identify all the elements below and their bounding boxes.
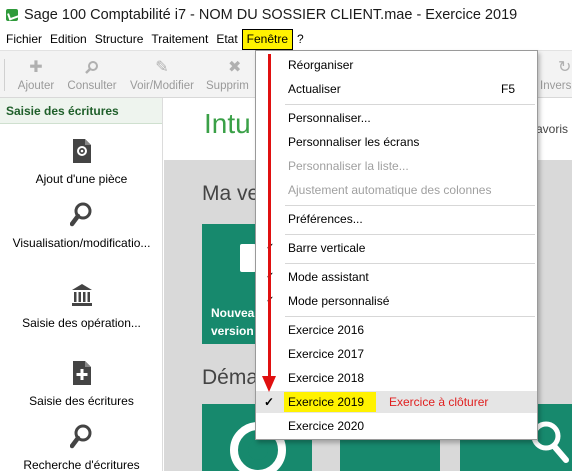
bank-icon: [70, 282, 94, 308]
menu-structure[interactable]: Structure: [91, 29, 148, 50]
consulter-label: Consulter: [67, 80, 117, 92]
pencil-icon: ✎: [155, 59, 169, 76]
sidebar-item-label: Saisie des écritures: [29, 394, 134, 408]
consulter-button[interactable]: Consulter: [64, 51, 120, 99]
menu-item-exercice-2017[interactable]: Exercice 2017: [256, 343, 537, 365]
sage-app-icon: [6, 8, 18, 21]
voir-modifier-label: Voir/Modifier: [130, 80, 194, 92]
menu-item-label: Mode assistant: [288, 270, 369, 284]
menu-bar: Fichier Edition Structure Traitement Eta…: [0, 29, 572, 50]
supprimer-button[interactable]: ✖ Supprim: [206, 51, 256, 99]
sidebar-item-label: Visualisation/modificatio...: [12, 236, 151, 250]
delete-x-icon: ✖: [228, 59, 242, 76]
annotation-arrow-head: [262, 376, 276, 392]
ajouter-button[interactable]: ✚ Ajouter: [10, 51, 62, 99]
sidebar-item-label: Ajout d'une pièce: [35, 172, 128, 186]
refresh-icon: ↻: [558, 59, 572, 76]
menu-separator: [285, 205, 535, 206]
menu-item-mode-personnalise[interactable]: ✓Mode personnalisé: [256, 290, 537, 312]
menu-separator: [285, 234, 535, 235]
supprimer-label: Supprim: [206, 80, 249, 92]
brand-title: Intu: [204, 108, 251, 139]
annotation-exercice-a-cloturer: Exercice à clôturer: [389, 395, 489, 409]
annotation-arrow-line: [268, 54, 271, 380]
sidebar-item-visualisation[interactable]: Visualisation/modificatio...: [0, 202, 163, 250]
voir-modifier-button[interactable]: ✎ Voir/Modifier: [124, 51, 200, 99]
check-mark-icon: ✓: [264, 395, 275, 409]
menu-fenetre[interactable]: Fenêtre: [241, 29, 294, 50]
menu-item-label: Préférences...: [288, 212, 363, 226]
sidebar-item-saisie-operations[interactable]: Saisie des opération...: [0, 282, 163, 330]
toolbar-separator: [4, 59, 5, 91]
menu-etat[interactable]: Etat: [212, 29, 241, 50]
menu-item-reorganiser[interactable]: Réorganiser: [256, 54, 537, 76]
magnifier-icon: [69, 424, 94, 450]
menu-item-exercice-2020[interactable]: Exercice 2020: [256, 415, 537, 437]
sidebar-item-ajout-piece[interactable]: Ajout d'une pièce: [0, 138, 163, 186]
menu-item-label: Barre verticale: [288, 241, 366, 255]
menu-item-exercice-2016[interactable]: Exercice 2016: [256, 319, 537, 341]
shortcut-label: F5: [500, 82, 515, 96]
menu-item-label: Ajustement automatique des colonnes: [288, 183, 492, 197]
sidebar-item-label: Recherche d'écritures: [23, 458, 140, 471]
menu-item-label: Exercice 2020: [288, 419, 365, 433]
inverser-label: Inversi: [540, 80, 572, 92]
menu-item-label: Personnaliser les écrans: [288, 135, 420, 149]
tile-text-line2: version: [211, 324, 254, 338]
sidebar-heading: Saisie des écritures: [0, 98, 162, 124]
menu-item-label: Exercice 2017: [288, 347, 365, 361]
menu-item-mode-assistant[interactable]: ✓Mode assistant: [256, 266, 537, 288]
menu-item-label: Actualiser: [288, 82, 341, 96]
ajouter-label: Ajouter: [17, 80, 55, 92]
favoris-link[interactable]: avoris: [536, 122, 568, 136]
sidebar: Saisie des écritures Ajout d'une pièce V…: [0, 98, 163, 471]
menu-item-label: Exercice 2016: [288, 323, 365, 337]
sidebar-item-label: Saisie des opération...: [22, 316, 141, 330]
fenetre-dropdown-menu: Réorganiser Actualiser F5 Personnaliser..…: [255, 50, 538, 440]
menu-help[interactable]: ?: [293, 29, 308, 50]
menu-separator: [285, 104, 535, 105]
menu-item-label: Personnaliser la liste...: [288, 159, 409, 173]
menu-item-ajustement-colonnes: Ajustement automatique des colonnes: [256, 179, 537, 201]
menu-item-actualiser[interactable]: Actualiser F5: [256, 78, 537, 100]
search-icon: [64, 56, 120, 80]
tile-text-line1: Nouvea: [211, 306, 255, 320]
menu-item-barre-verticale[interactable]: ✓Barre verticale: [256, 237, 537, 259]
magnifier-icon: [69, 202, 94, 228]
inverser-button[interactable]: ↻ Inversi: [540, 51, 572, 99]
menu-item-personnaliser-ecrans[interactable]: Personnaliser les écrans: [256, 131, 537, 153]
menu-item-label: Réorganiser: [288, 58, 354, 72]
menu-item-exercice-2019[interactable]: ✓ Exercice 2019 Exercice à clôturer: [256, 391, 537, 413]
add-document-icon: [70, 360, 94, 386]
menu-item-label: Mode personnalisé: [288, 294, 390, 308]
window-title: Sage 100 Comptabilité i7 - NOM DU SOSSIE…: [24, 6, 518, 23]
menu-item-label: Exercice 2018: [288, 371, 365, 385]
menu-item-preferences[interactable]: Préférences...: [256, 208, 537, 230]
title-bar: Sage 100 Comptabilité i7 - NOM DU SOSSIE…: [0, 0, 572, 29]
section-heading-demarrage: Déma: [202, 366, 259, 389]
menu-item-label: Exercice 2019: [288, 395, 365, 409]
menu-item-personnaliser[interactable]: Personnaliser...: [256, 107, 537, 129]
plus-icon: ✚: [29, 59, 43, 76]
menu-separator: [285, 263, 535, 264]
menu-fichier[interactable]: Fichier: [2, 29, 46, 50]
sidebar-item-saisie-ecritures[interactable]: Saisie des écritures: [0, 360, 163, 408]
menu-edition[interactable]: Edition: [46, 29, 91, 50]
menu-traitement[interactable]: Traitement: [147, 29, 212, 50]
sidebar-item-recherche-ecritures[interactable]: Recherche d'écritures: [0, 424, 163, 471]
gear-document-icon: [70, 138, 94, 164]
menu-separator: [285, 316, 535, 317]
menu-item-exercice-2018[interactable]: Exercice 2018: [256, 367, 537, 389]
section-heading-version: Ma ve: [202, 182, 260, 205]
menu-item-personnaliser-liste: Personnaliser la liste...: [256, 155, 537, 177]
menu-item-label: Personnaliser...: [288, 111, 371, 125]
